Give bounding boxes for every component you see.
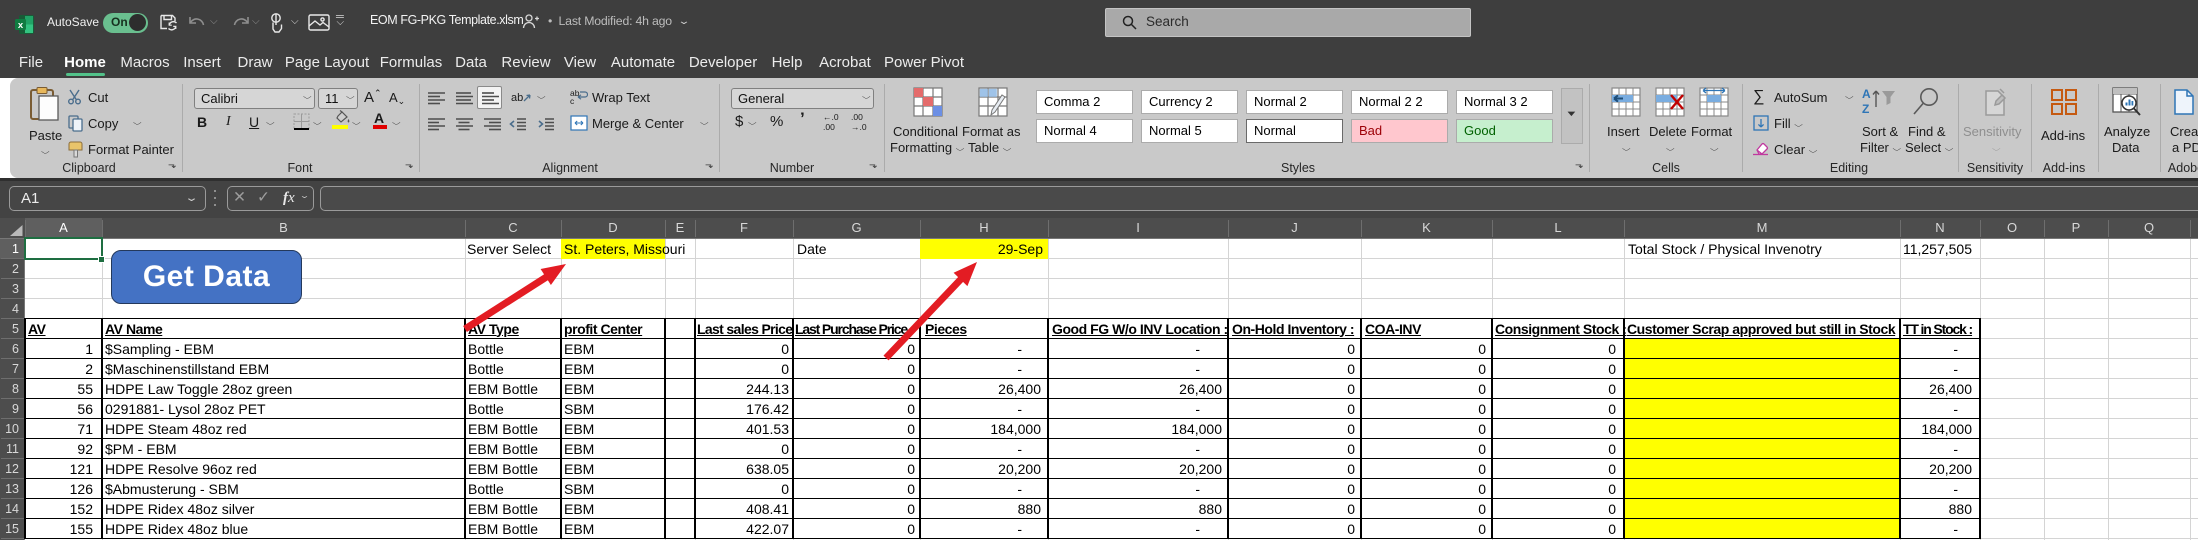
svg-text:ab: ab <box>511 92 523 104</box>
svg-text:A: A <box>1862 87 1871 101</box>
svg-text:x: x <box>18 20 24 31</box>
svg-text:Z: Z <box>1862 102 1869 115</box>
